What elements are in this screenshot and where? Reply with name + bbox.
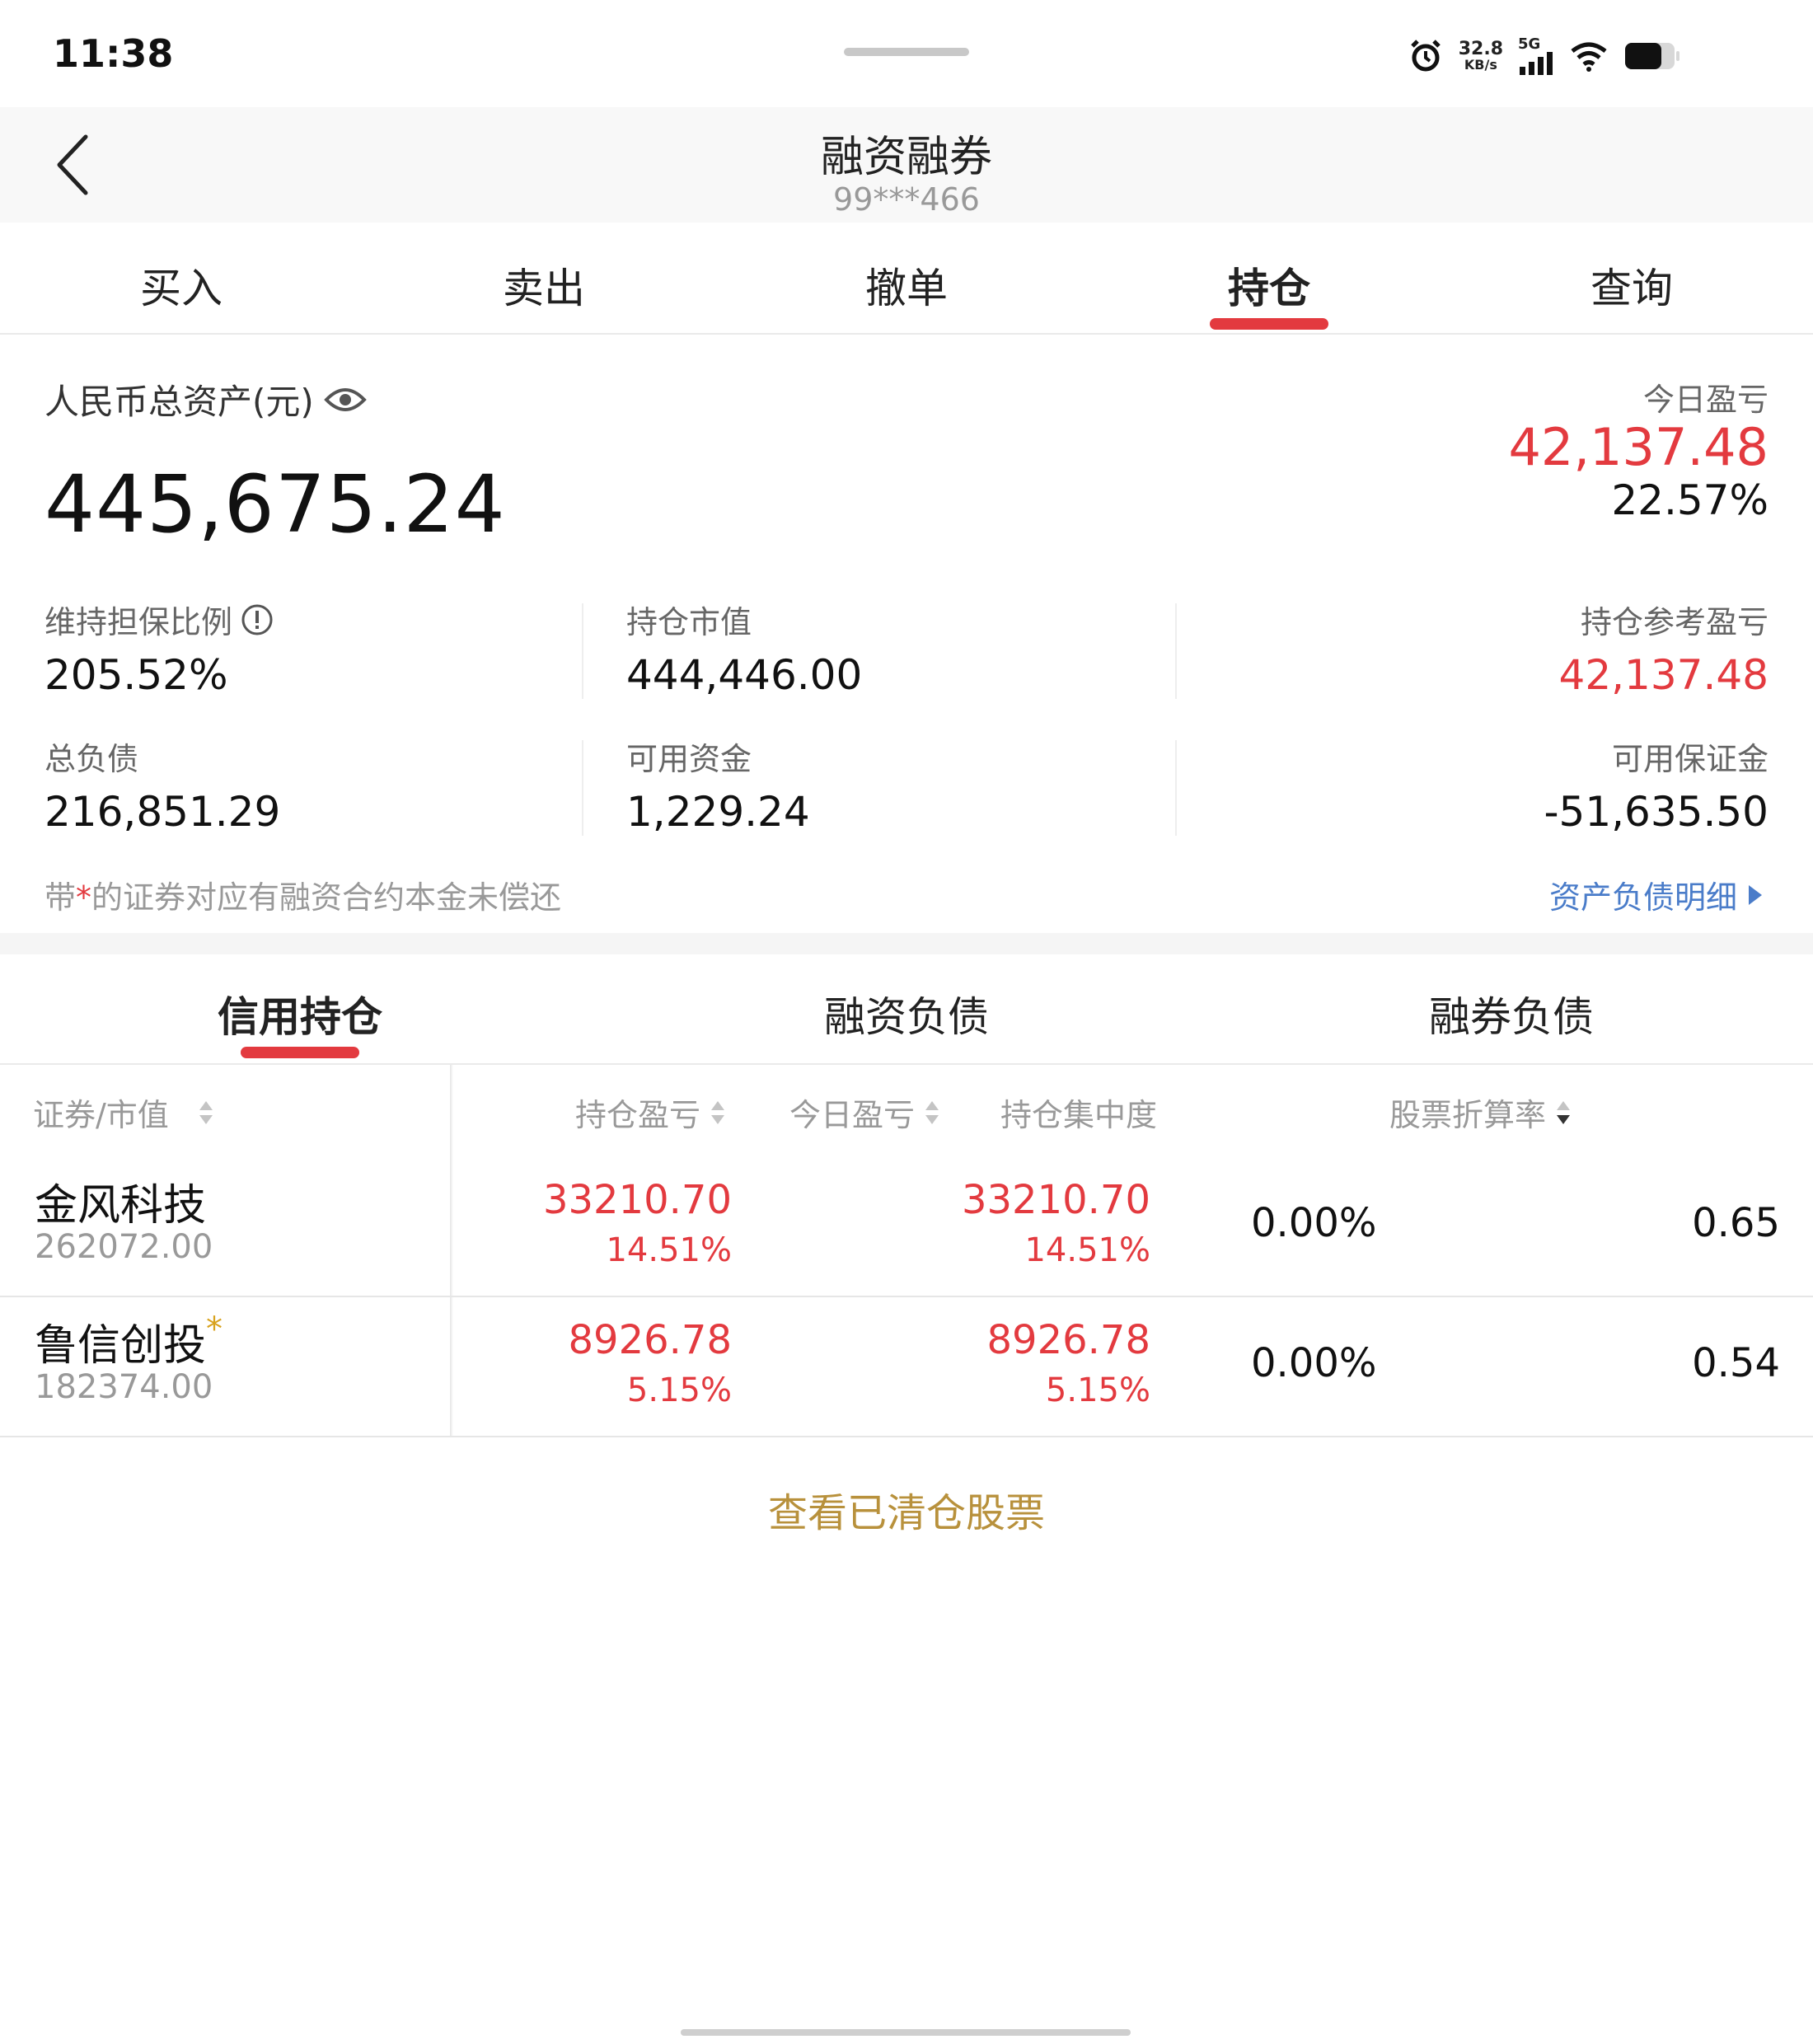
today-pl-percent: 14.51% (1024, 1231, 1150, 1269)
sort-desc-icon (1557, 1100, 1571, 1124)
col-discount-rate-label: 股票折算率 (1389, 1097, 1547, 1133)
network-block: 5G (1518, 37, 1554, 75)
col-concentration-label: 持仓集中度 (1000, 1097, 1158, 1133)
available-funds-value: 1,229.24 (626, 788, 810, 836)
alarm-icon (1410, 40, 1441, 72)
status-bar: 11:38 32.8 KB/s 5G (0, 0, 1813, 107)
today-pl-percent: 22.57% (1611, 476, 1768, 524)
security-name-group: 金风科技 (35, 1170, 206, 1232)
concentration-value: 0.00% (1251, 1340, 1377, 1386)
status-time: 11:38 (53, 31, 174, 76)
status-icons: 32.8 KB/s 5G (1408, 31, 1681, 81)
info-icon[interactable] (241, 603, 274, 636)
maintenance-ratio-label: 维持担保比例 (45, 604, 233, 640)
trade-tabs: 买入 卖出 撤单 持仓 查询 (0, 223, 1813, 335)
position-pl-value: 8926.78 (568, 1317, 733, 1363)
total-assets-value: 445,675.24 (45, 458, 506, 551)
note-prefix: 带 (45, 879, 77, 916)
discount-rate-value: 0.65 (1692, 1200, 1780, 1246)
today-pl-label: 今日盈亏 (1642, 382, 1768, 418)
today-pl-value: 8926.78 (986, 1317, 1151, 1363)
tab-positions[interactable]: 持仓 (1088, 223, 1450, 333)
table-header: 证券/市值 持仓盈亏 今日盈亏 持仓集中度 股票折算率 (0, 1065, 1813, 1157)
tab-query[interactable]: 查询 (1450, 223, 1813, 333)
available-margin-value: -51,635.50 (1544, 788, 1768, 836)
security-name: 鲁信创投 (35, 1321, 207, 1371)
divider (582, 603, 583, 699)
caret-right-icon (1749, 884, 1762, 905)
battery-icon (1625, 43, 1679, 69)
today-pl-value: 42,137.48 (1508, 417, 1768, 477)
tab-short-liability[interactable]: 融券负债 (1347, 984, 1676, 1043)
position-ref-pl-value: 42,137.48 (1558, 651, 1768, 699)
net-speed: 32.8 KB/s (1459, 40, 1503, 72)
today-pl-value: 33210.70 (961, 1177, 1150, 1223)
total-liability-value: 216,851.29 (45, 788, 281, 836)
security-name-group: 鲁信创投* (35, 1310, 223, 1372)
maintenance-ratio-value: 205.52% (45, 651, 228, 699)
tab-buy[interactable]: 买入 (0, 223, 363, 333)
tab-credit-positions[interactable]: 信用持仓 (135, 984, 465, 1043)
unpaid-principal-note: 带*的证券对应有融资合约本金未偿还 (45, 872, 561, 917)
col-concentration: 持仓集中度 (1000, 1090, 1157, 1135)
drag-handle[interactable] (844, 48, 969, 56)
detail-link-label: 资产负债明细 (1548, 879, 1737, 916)
security-market-value: 182374.00 (35, 1368, 213, 1406)
note-star: * (76, 879, 92, 916)
nav-header: 融资融券 99***466 (0, 107, 1813, 223)
eye-icon[interactable] (324, 385, 367, 415)
position-ref-pl-label: 持仓参考盈亏 (1580, 604, 1768, 640)
asset-liability-detail-link[interactable]: 资产负债明细 (1549, 872, 1764, 917)
unpaid-star: * (206, 1310, 223, 1348)
table-row[interactable]: 鲁信创投* 182374.00 8926.78 5.15% 8926.78 5.… (0, 1297, 1813, 1437)
col-discount-rate[interactable]: 股票折算率 (1389, 1090, 1572, 1135)
active-tab-indicator (241, 1047, 359, 1058)
tab-cancel[interactable]: 撤单 (725, 223, 1088, 333)
col-today-pl[interactable]: 今日盈亏 (789, 1090, 941, 1135)
wifi-icon (1571, 42, 1607, 72)
divider (1175, 603, 1177, 699)
discount-rate-value: 0.54 (1692, 1340, 1780, 1386)
available-funds-label: 可用资金 (626, 741, 752, 777)
asset-summary: 人民币总资产(元) 445,675.24 今日盈亏 42,137.48 22.5… (0, 335, 1813, 933)
position-value-label: 持仓市值 (626, 604, 752, 640)
sort-icon (711, 1100, 725, 1124)
position-pl-percent: 5.15% (626, 1371, 732, 1409)
security-name: 金风科技 (35, 1181, 207, 1231)
sort-icon (199, 1100, 213, 1124)
total-assets-label: 人民币总资产(元) (45, 382, 314, 422)
tab-margin-liability[interactable]: 融资负债 (742, 984, 1071, 1043)
total-liability-label: 总负债 (45, 741, 139, 777)
net-speed-value: 32.8 (1458, 39, 1503, 59)
table-row[interactable]: 金风科技 262072.00 33210.70 14.51% 33210.70 … (0, 1157, 1813, 1297)
signal-icon (1520, 52, 1553, 75)
view-cleared-stocks-link[interactable]: 查看已清仓股票 (0, 1480, 1813, 1538)
position-tabs: 信用持仓 融资负债 融券负债 (0, 954, 1813, 1065)
total-assets-label-group: 人民币总资产(元) (45, 374, 367, 424)
section-gap (0, 933, 1813, 954)
col-position-pl[interactable]: 持仓盈亏 (575, 1090, 727, 1135)
divider (1175, 740, 1177, 836)
account-number: 99***466 (833, 181, 980, 218)
position-value-value: 444,446.00 (626, 651, 863, 699)
maintenance-ratio-label-group: 维持担保比例 (45, 597, 274, 642)
note-suffix: 的证券对应有融资合约本金未偿还 (91, 879, 562, 916)
tab-sell[interactable]: 卖出 (363, 223, 725, 333)
col-security-label: 证券/市值 (33, 1097, 169, 1133)
sort-icon (925, 1100, 939, 1124)
position-pl-percent: 14.51% (606, 1231, 732, 1269)
network-type: 5G (1518, 35, 1541, 53)
position-pl-value: 33210.70 (542, 1177, 732, 1223)
divider (582, 740, 583, 836)
page-title: 融资融券 (820, 133, 992, 182)
col-security[interactable]: 证券/市值 (33, 1090, 215, 1135)
home-indicator[interactable] (681, 2029, 1131, 2036)
today-pl-percent: 5.15% (1045, 1371, 1150, 1409)
concentration-value: 0.00% (1251, 1200, 1377, 1246)
col-today-pl-label: 今日盈亏 (789, 1097, 916, 1133)
security-market-value: 262072.00 (35, 1228, 213, 1266)
net-speed-unit: KB/s (1464, 57, 1497, 73)
col-position-pl-label: 持仓盈亏 (575, 1097, 701, 1133)
available-margin-label: 可用保证金 (1611, 741, 1768, 777)
